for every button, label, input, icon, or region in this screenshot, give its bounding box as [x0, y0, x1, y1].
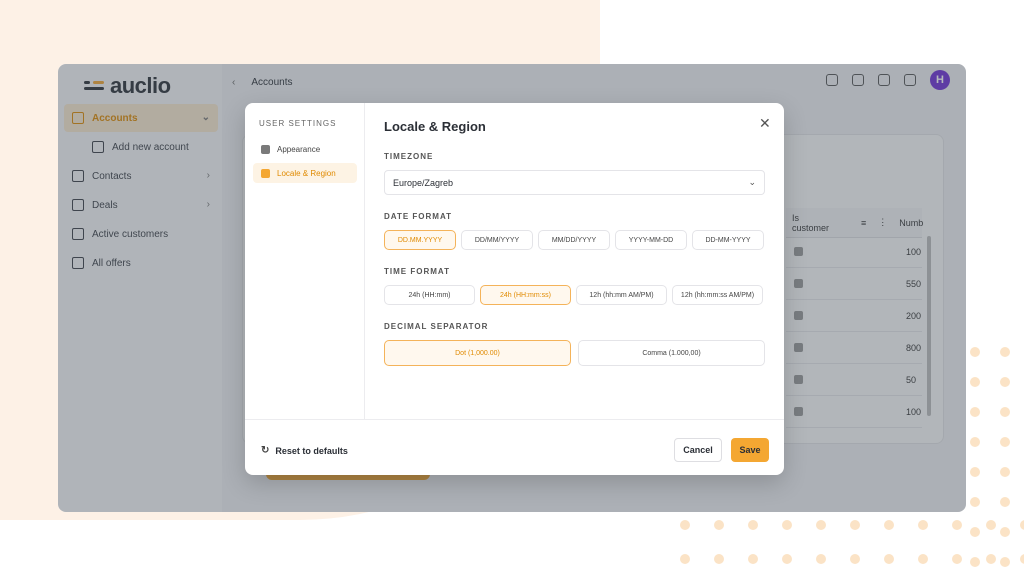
- date-format-option[interactable]: DD-MM-YYYY: [692, 230, 764, 250]
- decimal-separator-label: DECIMAL SEPARATOR: [384, 322, 489, 331]
- decorative-dot: [970, 557, 980, 567]
- decorative-dot: [970, 407, 980, 417]
- decorative-dot: [970, 377, 980, 387]
- decorative-dot: [850, 554, 860, 564]
- decorative-dot: [850, 520, 860, 530]
- decorative-dot: [970, 347, 980, 357]
- date-format-label: DATE FORMAT: [384, 212, 453, 221]
- palette-icon: [261, 144, 270, 154]
- decorative-dot: [970, 527, 980, 537]
- decorative-dot: [884, 520, 894, 530]
- time-format-option[interactable]: 12h (hh:mm AM/PM): [576, 285, 667, 305]
- decorative-dot: [1000, 377, 1010, 387]
- date-format-option[interactable]: DD.MM.YYYY: [384, 230, 456, 250]
- decorative-dot: [918, 554, 928, 564]
- decorative-dot: [986, 554, 996, 564]
- decorative-dot: [952, 520, 962, 530]
- decorative-dot: [1000, 527, 1010, 537]
- decorative-dot: [748, 554, 758, 564]
- decorative-dot: [748, 520, 758, 530]
- decorative-dot: [782, 554, 792, 564]
- settings-item-label: Locale & Region: [277, 168, 336, 178]
- decorative-dot: [986, 520, 996, 530]
- decorative-dot: [1000, 497, 1010, 507]
- reset-icon: ↻: [261, 445, 270, 456]
- settings-side-nav: USER SETTINGS Appearance Locale & Region: [245, 103, 365, 419]
- settings-item-label: Appearance: [277, 144, 321, 154]
- modal-footer: ↻ Reset to defaults Cancel Save: [245, 419, 784, 475]
- date-format-option[interactable]: YYYY-MM-DD: [615, 230, 687, 250]
- decorative-dot: [970, 437, 980, 447]
- time-format-option[interactable]: 24h (HH:mm): [384, 285, 475, 305]
- settings-side-title: USER SETTINGS: [259, 119, 337, 128]
- settings-item-locale-region[interactable]: Locale & Region: [253, 163, 357, 183]
- decorative-dot: [680, 520, 690, 530]
- timezone-value: Europe/Zagreb: [393, 177, 454, 188]
- decorative-dot: [918, 520, 928, 530]
- decorative-dot: [714, 520, 724, 530]
- decorative-dot: [884, 554, 894, 564]
- time-format-option[interactable]: 12h (hh:mm:ss AM/PM): [672, 285, 763, 305]
- decorative-dot: [782, 520, 792, 530]
- close-icon[interactable]: ✕: [759, 115, 771, 132]
- decorative-dot: [816, 520, 826, 530]
- decorative-dot: [714, 554, 724, 564]
- time-format-option[interactable]: 24h (HH:mm:ss): [480, 285, 571, 305]
- decimal-separator-option[interactable]: Dot (1,000.00): [384, 340, 571, 366]
- decorative-dot: [952, 554, 962, 564]
- decorative-dot: [970, 497, 980, 507]
- chevron-down-icon: ⌄: [748, 177, 756, 187]
- timezone-label: TIMEZONE: [384, 152, 434, 161]
- globe-icon: [261, 168, 270, 178]
- decorative-dot: [1000, 467, 1010, 477]
- settings-item-appearance[interactable]: Appearance: [253, 139, 357, 159]
- decorative-dot: [816, 554, 826, 564]
- reset-label: Reset to defaults: [275, 445, 348, 456]
- decorative-dot: [1000, 557, 1010, 567]
- save-button[interactable]: Save: [731, 438, 769, 462]
- settings-modal: USER SETTINGS Appearance Locale & Region…: [245, 103, 784, 475]
- reset-defaults-button[interactable]: ↻ Reset to defaults: [261, 445, 348, 456]
- decorative-dot: [1000, 407, 1010, 417]
- timezone-select[interactable]: Europe/Zagreb ⌄: [384, 170, 765, 195]
- decimal-separator-option[interactable]: Comma (1.000,00): [578, 340, 765, 366]
- decorative-dot: [1000, 347, 1010, 357]
- decorative-dot: [680, 554, 690, 564]
- time-format-label: TIME FORMAT: [384, 267, 450, 276]
- date-format-option[interactable]: MM/DD/YYYY: [538, 230, 610, 250]
- date-format-option[interactable]: DD/MM/YYYY: [461, 230, 533, 250]
- decorative-dot: [1020, 520, 1024, 530]
- decorative-dot: [970, 467, 980, 477]
- cancel-button[interactable]: Cancel: [674, 438, 722, 462]
- modal-title: Locale & Region: [384, 119, 486, 134]
- decorative-dot: [1000, 437, 1010, 447]
- decorative-dot: [1020, 554, 1024, 564]
